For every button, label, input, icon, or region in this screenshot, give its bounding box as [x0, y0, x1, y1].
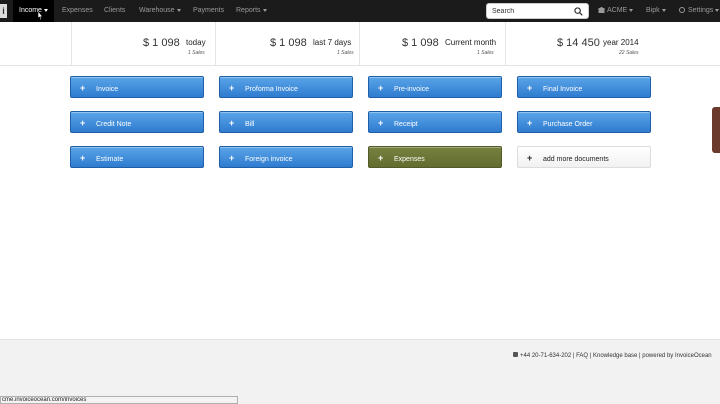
footer-links: +44 20-71-634-202 | FAQ | Knowledge base… [513, 352, 712, 359]
plus-icon: + [229, 153, 235, 163]
chevron-down-icon [262, 8, 267, 12]
chevron-down-icon [43, 8, 48, 12]
phone-icon [513, 352, 518, 357]
button-label: Final Invoice [543, 86, 583, 93]
nav-clients-label: Clients [104, 7, 126, 14]
stat-period: last 7 days [313, 38, 352, 47]
plus-icon: + [378, 118, 384, 128]
new-estimate-button[interactable]: + Estimate [70, 146, 204, 168]
stat-sales-count: 22 Sales [619, 50, 639, 56]
new-bill-button[interactable]: + Bill [219, 111, 353, 133]
account-menu[interactable]: ACME [598, 0, 634, 22]
settings-menu[interactable]: Settings [679, 0, 720, 22]
building-icon [598, 7, 605, 13]
search-input[interactable] [492, 5, 570, 17]
plus-icon: + [527, 153, 533, 163]
nav-reports-label: Reports [236, 7, 261, 14]
stat-period: today [186, 38, 206, 47]
nav-payments[interactable]: Payments [193, 0, 224, 22]
plus-icon: + [80, 118, 86, 128]
user-label: Bipk [646, 7, 660, 14]
button-label: Bill [245, 121, 255, 128]
button-label: Pre-invoice [394, 86, 430, 93]
stat-year: $ 14 450 year 2014 22 Sales [505, 22, 649, 66]
stat-last-7-days: $ 1 098 last 7 days 1 Sales [215, 22, 359, 66]
stat-period: Current month [445, 38, 497, 47]
plus-icon: + [378, 83, 384, 93]
new-expense-button[interactable]: + Expenses [368, 146, 502, 168]
new-purchase-order-button[interactable]: + Purchase Order [517, 111, 651, 133]
new-foreign-invoice-button[interactable]: + Foreign invoice [219, 146, 353, 168]
plus-icon: + [527, 83, 533, 93]
stat-amount: $ 1 098 [402, 37, 439, 49]
stat-current-month: $ 1 098 Current month 1 Sales [359, 22, 503, 66]
app-logo[interactable]: i [0, 4, 7, 18]
top-navbar: i Income Expenses Clients Warehouse Paym… [0, 0, 720, 22]
nav-expenses[interactable]: Expenses [62, 0, 93, 22]
nav-reports[interactable]: Reports [236, 0, 267, 22]
sales-summary: $ 1 098 today 1 Sales $ 1 098 last 7 day… [0, 22, 720, 66]
new-pre-invoice-button[interactable]: + Pre-invoice [368, 76, 502, 98]
new-invoice-button[interactable]: + Invoice [70, 76, 204, 98]
feedback-tab[interactable] [712, 107, 720, 153]
button-label: add more documents [543, 156, 609, 163]
user-menu[interactable]: Bipk [646, 0, 666, 22]
button-label: Purchase Order [543, 121, 593, 128]
nav-expenses-label: Expenses [62, 7, 93, 14]
search-box [486, 3, 589, 19]
plus-icon: + [229, 118, 235, 128]
new-receipt-button[interactable]: + Receipt [368, 111, 502, 133]
chevron-down-icon [629, 8, 634, 12]
chevron-down-icon [176, 8, 181, 12]
page-footer: +44 20-71-634-202 | FAQ | Knowledge base… [0, 339, 720, 404]
button-label: Estimate [96, 156, 124, 163]
chevron-down-icon [661, 8, 666, 12]
stat-period: year 2014 [603, 38, 639, 47]
add-more-documents-button[interactable]: + add more documents [517, 146, 651, 168]
settings-label: Settings [688, 7, 714, 14]
new-credit-note-button[interactable]: + Credit Note [70, 111, 204, 133]
button-label: Foreign invoice [245, 156, 293, 163]
nav-warehouse[interactable]: Warehouse [139, 0, 181, 22]
button-label: Credit Note [96, 121, 132, 128]
stat-amount: $ 1 098 [143, 37, 180, 49]
stat-amount: $ 14 450 [557, 37, 600, 49]
gear-icon [679, 7, 685, 13]
button-label: Proforma Invoice [245, 86, 298, 93]
browser-status-url: cme.invoiceocean.com/invoices [0, 396, 238, 404]
mouse-pointer-icon [37, 10, 44, 21]
new-proforma-invoice-button[interactable]: + Proforma Invoice [219, 76, 353, 98]
stat-sales-count: 1 Sales [188, 50, 205, 56]
plus-icon: + [527, 118, 533, 128]
account-label: ACME [607, 7, 628, 14]
nav-income[interactable]: Income [13, 0, 54, 22]
button-label: Invoice [96, 86, 119, 93]
stat-sales-count: 1 Sales [337, 50, 354, 56]
chevron-down-icon [715, 8, 720, 12]
stat-amount: $ 1 098 [270, 37, 307, 49]
new-final-invoice-button[interactable]: + Final Invoice [517, 76, 651, 98]
button-label: Receipt [394, 121, 418, 128]
nav-warehouse-label: Warehouse [139, 7, 175, 14]
stat-sales-count: 1 Sales [477, 50, 494, 56]
plus-icon: + [229, 83, 235, 93]
nav-payments-label: Payments [193, 7, 225, 14]
stat-today: $ 1 098 today 1 Sales [71, 22, 215, 66]
button-label: Expenses [394, 156, 425, 163]
search-icon[interactable] [574, 7, 583, 16]
plus-icon: + [378, 153, 384, 163]
plus-icon: + [80, 153, 86, 163]
footer-text: +44 20-71-634-202 | FAQ | Knowledge base… [520, 353, 712, 359]
nav-clients[interactable]: Clients [104, 0, 125, 22]
plus-icon: + [80, 83, 86, 93]
